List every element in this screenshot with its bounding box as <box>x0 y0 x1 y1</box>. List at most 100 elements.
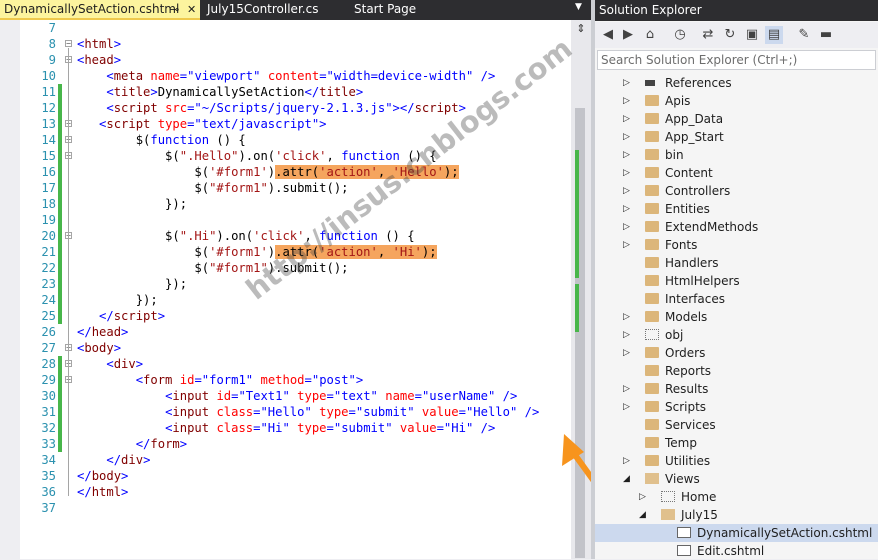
code-line[interactable]: 27−<body> <box>20 340 571 356</box>
tree-item[interactable]: ▷ Models <box>595 308 878 326</box>
tree-item[interactable]: ▷ App_Start <box>595 128 878 146</box>
properties-icon[interactable]: ✎ <box>795 26 813 44</box>
expand-arrow-icon[interactable]: ▷ <box>623 164 630 182</box>
expand-arrow-icon[interactable]: ▷ <box>623 128 630 146</box>
tree-item[interactable]: DynamicallySetAction.cshtml <box>595 524 878 542</box>
tree-item[interactable]: ▷ Orders <box>595 344 878 362</box>
code-line[interactable]: 24 }); <box>20 292 571 308</box>
tree-item[interactable]: ▷ Entities <box>595 200 878 218</box>
tree-item[interactable]: HtmlHelpers <box>595 272 878 290</box>
sync-icon[interactable]: ⇄ <box>699 26 717 44</box>
tree-item[interactable]: ▷ Scripts <box>595 398 878 416</box>
code-line[interactable]: 32 <input class="Hi" type="submit" value… <box>20 420 571 436</box>
close-icon[interactable]: ✕ <box>187 0 196 19</box>
tree-item[interactable]: Interfaces <box>595 290 878 308</box>
code-line[interactable]: 25 </script> <box>20 308 571 324</box>
code-line[interactable]: 35 </body> <box>20 468 571 484</box>
tree-item[interactable]: Reports <box>595 362 878 380</box>
tree-item[interactable]: ◢ Views <box>595 470 878 488</box>
expand-arrow-icon[interactable]: ▷ <box>623 380 630 398</box>
code-line[interactable]: 37 <box>20 500 571 516</box>
code-line[interactable]: 13− <script type="text/javascript"> <box>20 116 571 132</box>
tree-item[interactable]: ▷ Controllers <box>595 182 878 200</box>
code-line[interactable]: 34 </div> <box>20 452 571 468</box>
show-all-files-icon[interactable]: ▤ <box>765 26 783 44</box>
code-editor[interactable]: 7 8 −<html>9−<head>10 <meta name="viewport… <box>0 20 571 559</box>
preview-icon[interactable]: ▬ <box>817 26 835 44</box>
tree-item[interactable]: ▷ ExtendMethods <box>595 218 878 236</box>
code-line[interactable]: 10 <meta name="viewport" content="width=… <box>20 68 571 84</box>
expand-arrow-icon[interactable]: ▷ <box>623 146 630 164</box>
history-icon[interactable]: ◷ <box>671 26 689 44</box>
solution-explorer-search-input[interactable]: Search Solution Explorer (Ctrl+;) <box>597 50 876 70</box>
expand-arrow-icon[interactable]: ▷ <box>623 326 630 344</box>
collapse-arrow-icon[interactable]: ◢ <box>623 470 630 488</box>
code-line[interactable]: 12 <script src="~/Scripts/jquery-2.1.3.j… <box>20 100 571 116</box>
code-line[interactable]: 26 </head> <box>20 324 571 340</box>
code-line[interactable]: 19 <box>20 212 571 228</box>
code-line[interactable]: 22 $("#form1").submit(); <box>20 260 571 276</box>
collapse-all-icon[interactable]: ▣ <box>743 26 761 44</box>
code-line[interactable]: 8 − <html> <box>20 36 571 52</box>
tree-item[interactable]: ▷ App_Data <box>595 110 878 128</box>
tree-item[interactable]: ▷ Apis <box>595 92 878 110</box>
scrollbar-thumb[interactable] <box>575 108 585 558</box>
expand-arrow-icon[interactable]: ▷ <box>639 488 646 506</box>
tree-item[interactable]: Temp <box>595 434 878 452</box>
code-line[interactable]: 15− $(".Hello").on('click', function () … <box>20 148 571 164</box>
code-line[interactable]: 20− $(".Hi").on('click', function () { <box>20 228 571 244</box>
tab-dynamicallysetaction[interactable]: DynamicallySetAction.cshtml ⊸ ✕ <box>0 0 200 20</box>
split-window-icon[interactable]: ⇕ <box>573 21 589 37</box>
tab-start-page[interactable]: Start Page <box>354 0 416 20</box>
tab-july15controller[interactable]: July15Controller.cs <box>207 0 318 20</box>
code-line[interactable]: 21 $('#form1').attr('action', 'Hi'); <box>20 244 571 260</box>
forward-icon[interactable]: ▶ <box>619 26 637 44</box>
tree-item[interactable]: Services <box>595 416 878 434</box>
code-line[interactable]: 11 <title>DynamicallySetAction</title> <box>20 84 571 100</box>
code-line[interactable]: 16 $('#form1').attr('action', 'Hello'); <box>20 164 571 180</box>
expand-arrow-icon[interactable]: ▷ <box>623 452 630 470</box>
code-line[interactable]: 18 }); <box>20 196 571 212</box>
expand-arrow-icon[interactable]: ▷ <box>623 344 630 362</box>
code-line[interactable]: 7 <box>20 20 571 36</box>
tree-item[interactable]: ▷ Utilities <box>595 452 878 470</box>
code-line[interactable]: 9−<head> <box>20 52 571 68</box>
code-area[interactable]: 7 8 −<html>9−<head>10 <meta name="viewport… <box>20 20 571 559</box>
pin-icon[interactable]: ⊸ <box>170 0 179 19</box>
collapse-arrow-icon[interactable]: ◢ <box>639 506 646 524</box>
expand-arrow-icon[interactable]: ▷ <box>623 398 630 416</box>
tree-item[interactable]: ◢ July15 <box>595 506 878 524</box>
expand-arrow-icon[interactable]: ▷ <box>623 74 630 92</box>
code-line[interactable]: 36 </html> <box>20 484 571 500</box>
fold-toggle-icon[interactable]: − <box>65 40 72 48</box>
refresh-icon[interactable]: ↻ <box>721 26 739 44</box>
tree-item[interactable]: Edit.cshtml <box>595 542 878 560</box>
code-line[interactable]: 17 $("#form1").submit(); <box>20 180 571 196</box>
expand-arrow-icon[interactable]: ▷ <box>623 308 630 326</box>
expand-arrow-icon[interactable]: ▷ <box>623 182 630 200</box>
code-line[interactable]: 30 <input id="Text1" type="text" name="u… <box>20 388 571 404</box>
tree-item[interactable]: ▷ bin <box>595 146 878 164</box>
home-icon[interactable]: ⌂ <box>641 26 659 44</box>
expand-arrow-icon[interactable]: ▷ <box>623 200 630 218</box>
expand-arrow-icon[interactable]: ▷ <box>623 218 630 236</box>
back-icon[interactable]: ◀ <box>599 26 617 44</box>
expand-arrow-icon[interactable]: ▷ <box>623 92 630 110</box>
expand-arrow-icon[interactable]: ▷ <box>623 236 630 254</box>
expand-arrow-icon[interactable]: ▷ <box>623 110 630 128</box>
tree-item[interactable]: ▷ Home <box>595 488 878 506</box>
code-line[interactable]: 28− <div> <box>20 356 571 372</box>
tree-item[interactable]: ▷ References <box>595 74 878 92</box>
editor-scrollbar[interactable]: ⇕ <box>571 20 591 559</box>
tree-item[interactable]: Handlers <box>595 254 878 272</box>
tree-item[interactable]: ▷ Fonts <box>595 236 878 254</box>
code-line[interactable]: 31 <input class="Hello" type="submit" va… <box>20 404 571 420</box>
dropdown-icon[interactable]: ▼ <box>575 2 582 12</box>
code-line[interactable]: 29− <form id="form1" method="post"> <box>20 372 571 388</box>
code-line[interactable]: 14− $(function () { <box>20 132 571 148</box>
tree-item[interactable]: ▷ Content <box>595 164 878 182</box>
code-line[interactable]: 33 </form> <box>20 436 571 452</box>
tree-item[interactable]: ▷ Results <box>595 380 878 398</box>
code-line[interactable]: 23 }); <box>20 276 571 292</box>
tree-item[interactable]: ▷ obj <box>595 326 878 344</box>
